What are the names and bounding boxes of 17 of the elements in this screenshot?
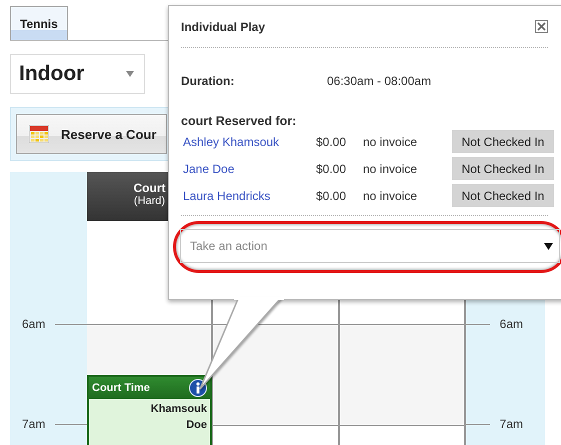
event-title: Court Time [92,382,150,394]
amount-text: $0.00 [316,188,348,202]
event-player-name: Doe [185,418,208,431]
duration-label: Duration: [181,74,236,88]
popup-title: Individual Play [181,20,266,34]
time-label: 7am [21,417,46,431]
invoice-text: no invoice [363,134,418,148]
duration-value: 06:30am - 08:00am [327,74,432,88]
reserved-heading: court Reserved for: [181,114,298,128]
time-label: 6am [500,317,524,331]
amount-text: $0.00 [316,134,348,148]
amount-text: $0.00 [316,162,348,176]
invoice-text: no invoice [363,188,418,202]
time-label: 7am [500,417,524,431]
time-label: 6am [21,317,46,331]
event-player-name: Khamsouk [150,402,208,415]
invoice-text: no invoice [363,162,418,176]
